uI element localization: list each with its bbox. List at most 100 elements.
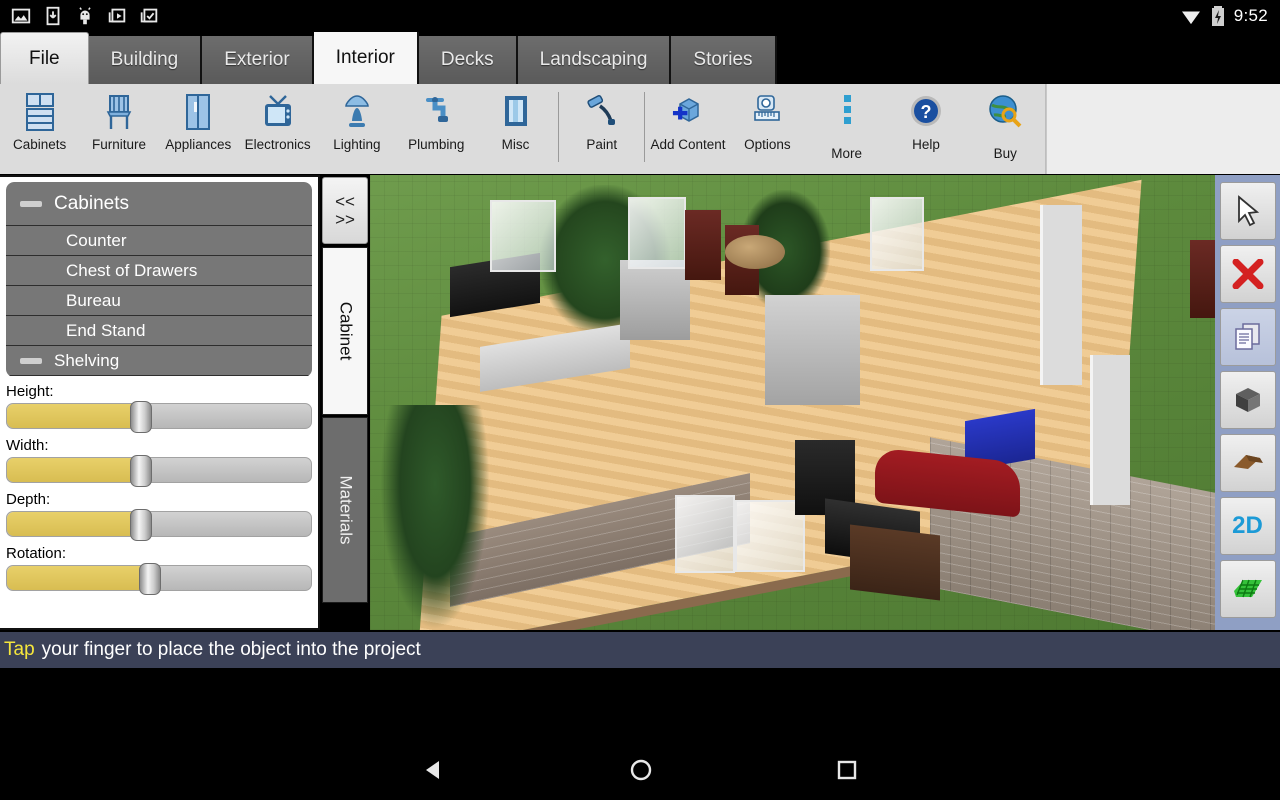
side-tab-materials-label: Materials xyxy=(335,476,355,545)
play-store-icon xyxy=(106,5,128,27)
scene-chair-1 xyxy=(685,210,721,280)
scene-chair-3 xyxy=(1190,240,1215,318)
tab-exterior[interactable]: Exterior xyxy=(202,36,313,84)
list-item-label: End Stand xyxy=(66,321,145,341)
tool-furniture[interactable]: Furniture xyxy=(79,84,158,174)
tool-electronics[interactable]: Electronics xyxy=(238,84,317,174)
list-item-chest-of-drawers[interactable]: Chest of Drawers xyxy=(6,256,312,286)
tab-building[interactable]: Building xyxy=(89,36,203,84)
scene-window-pane-2 xyxy=(628,197,686,269)
category-list[interactable]: Cabinets Counter Chest of Drawers Bureau… xyxy=(6,182,312,377)
tool-help-label: Help xyxy=(912,137,940,152)
tab-landscaping[interactable]: Landscaping xyxy=(518,36,672,84)
scene-refrigerator xyxy=(765,295,860,405)
panel-side-tabs: << >> Cabinet Materials xyxy=(320,175,370,630)
2d-view-button[interactable]: 2D xyxy=(1220,497,1276,555)
toolbar-separator-1 xyxy=(558,92,559,162)
slider-width-track[interactable] xyxy=(6,457,312,483)
slider-width-thumb[interactable] xyxy=(130,455,152,487)
options-measure-tape-icon xyxy=(749,90,785,134)
svg-text:?: ? xyxy=(920,102,931,122)
list-item-label: Chest of Drawers xyxy=(66,261,197,281)
duplicate-button[interactable] xyxy=(1220,308,1276,366)
category-header-shelving[interactable]: Shelving xyxy=(6,346,312,376)
tool-plumbing-label: Plumbing xyxy=(408,137,464,152)
list-item-counter[interactable]: Counter xyxy=(6,226,312,256)
duplicate-pages-icon xyxy=(1232,321,1264,353)
tool-appliances[interactable]: Appliances xyxy=(159,84,238,174)
ribbon-toolbar: Cabinets Furniture xyxy=(0,84,1280,174)
category-header-cabinets[interactable]: Cabinets xyxy=(6,182,312,226)
select-tool-button[interactable] xyxy=(1220,182,1276,240)
slider-depth-thumb[interactable] xyxy=(130,509,152,541)
slider-rotation: Rotation: xyxy=(6,545,312,591)
tab-interior[interactable]: Interior xyxy=(314,32,419,84)
tool-add-content[interactable]: Add Content xyxy=(648,84,727,174)
tool-paint-label: Paint xyxy=(586,137,617,152)
collapse-dash-icon[interactable] xyxy=(20,358,42,364)
tool-misc[interactable]: Misc xyxy=(476,84,555,174)
collapse-left-chevrons: << xyxy=(335,193,355,211)
tool-plumbing[interactable]: Plumbing xyxy=(397,84,476,174)
home-circle-icon[interactable] xyxy=(628,757,654,783)
back-triangle-icon[interactable] xyxy=(421,757,447,783)
3d-view-button[interactable] xyxy=(1220,371,1276,429)
tool-paint[interactable]: Paint xyxy=(562,84,641,174)
side-tab-materials[interactable]: Materials xyxy=(322,417,368,603)
roof-wedge-icon xyxy=(1231,450,1265,476)
3d-scene-viewport[interactable] xyxy=(370,175,1215,630)
lighting-lamp-icon xyxy=(340,90,374,134)
slider-height: Height: xyxy=(6,383,312,429)
slider-height-track[interactable] xyxy=(6,403,312,429)
tab-exterior-label: Exterior xyxy=(224,49,289,71)
ribbon-tool-group: Cabinets Furniture xyxy=(0,84,1046,174)
tab-landscaping-label: Landscaping xyxy=(540,49,648,71)
recents-square-icon[interactable] xyxy=(835,758,859,782)
list-item-end-stand[interactable]: End Stand xyxy=(6,316,312,346)
main-tab-strip: File Building Exterior Interior Decks La… xyxy=(0,32,1280,84)
slider-rotation-track[interactable] xyxy=(6,565,312,591)
misc-frame-icon xyxy=(499,90,533,134)
plumbing-faucet-icon xyxy=(418,90,454,134)
tool-help[interactable]: ? Help xyxy=(886,84,965,174)
list-item-label: Counter xyxy=(66,231,126,251)
ad-zone: ! × View Singles Near You! Women Men xyxy=(0,668,1280,740)
tool-lighting[interactable]: Lighting xyxy=(317,84,396,174)
status-clock: 9:52 xyxy=(1234,6,1268,26)
android-status-bar: 9:52 xyxy=(0,0,1280,32)
electronics-tv-icon xyxy=(260,90,296,134)
tool-furniture-label: Furniture xyxy=(92,137,146,152)
tool-cabinets[interactable]: Cabinets xyxy=(0,84,79,174)
property-sliders: Height: Width: Depth: xyxy=(0,377,318,591)
slider-depth-track[interactable] xyxy=(6,511,312,537)
tool-options[interactable]: Options xyxy=(728,84,807,174)
help-question-icon: ? xyxy=(908,90,944,134)
slider-width-fill xyxy=(7,458,141,482)
3d-box-icon xyxy=(1231,385,1265,415)
android-icon xyxy=(74,5,96,27)
tab-decks[interactable]: Decks xyxy=(419,36,518,84)
category-header-label: Cabinets xyxy=(54,193,129,215)
roof-button[interactable] xyxy=(1220,434,1276,492)
slider-height-thumb[interactable] xyxy=(130,401,152,433)
panel-collapse-button[interactable]: << >> xyxy=(322,177,368,244)
furniture-chair-icon xyxy=(102,90,136,134)
grid-view-button[interactable] xyxy=(1220,560,1276,618)
collapse-dash-icon[interactable] xyxy=(20,201,42,207)
tab-file[interactable]: File xyxy=(0,32,89,84)
list-item-label: Bureau xyxy=(66,291,121,311)
tool-add-content-label: Add Content xyxy=(651,137,726,152)
tool-options-label: Options xyxy=(744,137,791,152)
toolbar-separator-2 xyxy=(644,92,645,162)
slider-rotation-thumb[interactable] xyxy=(139,563,161,595)
scene-cabinet-grey xyxy=(620,260,690,340)
tool-more[interactable]: More xyxy=(807,84,886,174)
side-tab-cabinet[interactable]: Cabinet xyxy=(322,247,368,415)
delete-button[interactable] xyxy=(1220,245,1276,303)
ribbon-empty-area xyxy=(1046,84,1280,174)
tab-stories[interactable]: Stories xyxy=(671,36,776,84)
tool-buy[interactable]: Buy xyxy=(966,84,1045,174)
android-nav-bar xyxy=(0,740,1280,800)
list-item-bureau[interactable]: Bureau xyxy=(6,286,312,316)
right-tool-rail: 2D xyxy=(1215,175,1280,630)
